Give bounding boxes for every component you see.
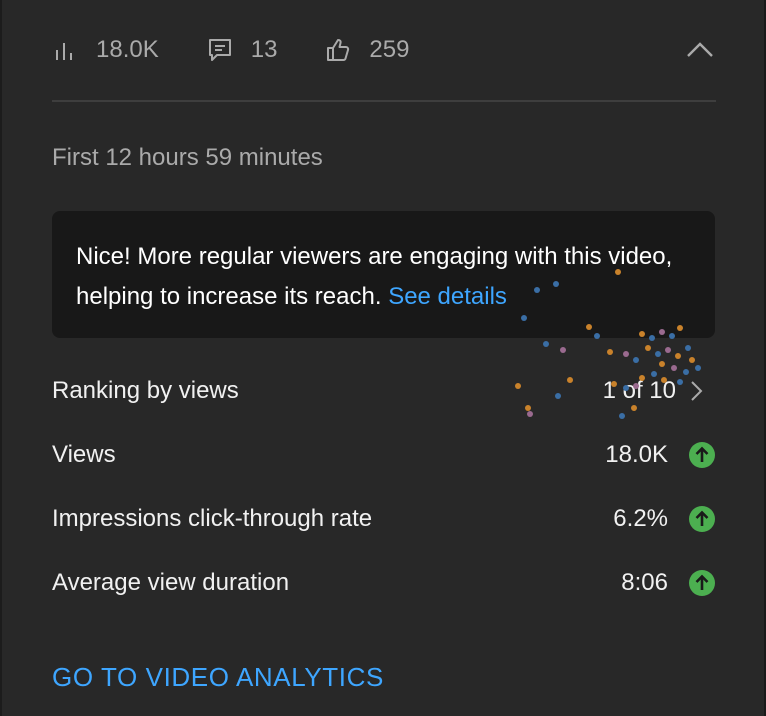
bar-chart-icon [52,37,78,63]
metric-row-ctr: Impressions click-through rate 6.2% [52,499,716,539]
divider [52,100,716,102]
metric-value: 6.2% [613,505,668,532]
insight-text: Nice! More regular viewers are engaging … [76,243,673,310]
metric-row-ranking[interactable]: Ranking by views 1 of 10 [52,371,716,411]
arrow-up-circle-icon [688,441,716,469]
metric-label: Impressions click-through rate [52,505,373,532]
comments-stat: 13 [207,36,278,64]
chevron-up-icon [687,42,713,57]
metric-row-avg-duration: Average view duration 8:06 [52,563,716,603]
metric-row-views: Views 18.0K [52,435,716,475]
stats-row: 18.0K 13 259 [52,28,716,72]
video-stats-card: 18.0K 13 259 First 12 hours 59 minutes N… [0,0,764,716]
metric-value: 8:06 [621,569,668,596]
likes-count: 259 [369,36,410,63]
thumbs-up-icon [325,37,351,63]
comments-count: 13 [250,36,278,63]
metric-label: Views [52,441,116,468]
metric-label: Average view duration [52,569,290,596]
go-to-analytics-link[interactable]: GO TO VIDEO ANALYTICS [52,662,384,693]
chevron-right-icon [686,377,706,405]
comment-icon [207,37,233,63]
time-period-label: First 12 hours 59 minutes [52,144,323,171]
metric-value: 18.0K [605,441,668,468]
metric-value: 1 of 10 [602,377,676,404]
metric-label: Ranking by views [52,377,239,404]
collapse-button[interactable] [684,34,716,66]
arrow-up-circle-icon [688,505,716,533]
likes-stat: 259 [325,36,409,64]
arrow-up-circle-icon [688,569,716,597]
see-details-link[interactable]: See details [388,283,507,310]
views-count: 18.0K [96,36,159,63]
views-stat: 18.0K [52,36,159,64]
insight-banner: Nice! More regular viewers are engaging … [52,211,715,338]
